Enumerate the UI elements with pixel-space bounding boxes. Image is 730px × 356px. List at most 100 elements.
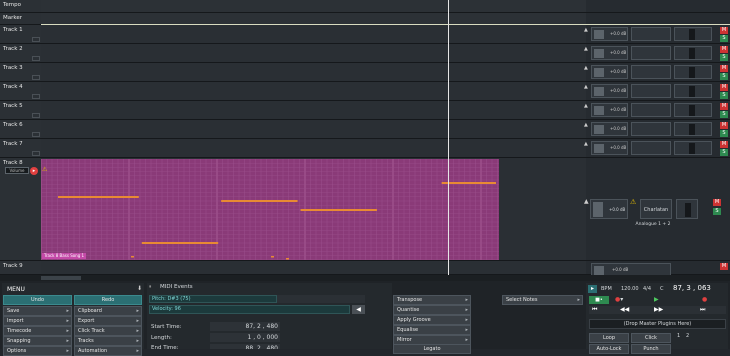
midi-note[interactable] (58, 196, 139, 198)
midi-note[interactable] (286, 258, 289, 260)
track-lane-6[interactable] (41, 120, 586, 139)
menu-left-item[interactable]: Import ▸ (3, 316, 72, 326)
menu-right-item[interactable]: Automation ▸ (74, 346, 142, 356)
track-lane-4[interactable] (41, 82, 586, 101)
select-notes-dropdown[interactable]: Select Notes ▸ (502, 295, 583, 305)
time-signature[interactable]: 4/4 (643, 286, 651, 292)
track-header-4[interactable]: Track 4 (0, 82, 41, 101)
track-7-fader[interactable] (594, 144, 604, 153)
master-plugins-drop[interactable]: (Drop Master Plugins Here) (589, 319, 726, 329)
midi-note[interactable] (141, 242, 219, 244)
midi-note[interactable] (131, 256, 134, 258)
track-8-input-chip[interactable]: Volume (5, 167, 29, 174)
velocity-field[interactable]: Velocity: 96 (149, 305, 350, 314)
track-4-volume-plugin[interactable]: +0.0 dB (591, 84, 628, 98)
track-2-plugin-slot[interactable] (631, 46, 671, 60)
bpm-value[interactable]: 120.00 (621, 286, 639, 292)
charlatan-plugin[interactable]: Charlatan (640, 199, 672, 219)
marker-track-header[interactable]: Marker (0, 13, 41, 25)
track-header-2[interactable]: Track 2 (0, 44, 41, 63)
menu-right-item[interactable]: Clipboard ▸ (74, 306, 142, 316)
pitch-slider[interactable] (277, 295, 365, 303)
track-lane-3[interactable] (41, 63, 586, 82)
playhead[interactable] (448, 0, 449, 275)
redo-button[interactable]: Redo (74, 295, 142, 305)
menu-right-item[interactable]: Export ▸ (74, 316, 142, 326)
track-lane-5[interactable] (41, 101, 586, 120)
segment-2[interactable]: 2 (686, 333, 689, 339)
track-5-solo-button[interactable]: S (720, 111, 728, 118)
record-icon[interactable]: ● (702, 296, 707, 303)
velocity-arrow-button[interactable]: ◀ (352, 305, 365, 314)
track-8-fader[interactable] (593, 202, 603, 217)
track-6-volume-plugin[interactable]: +0.0 dB (591, 122, 628, 136)
record-mode-button[interactable]: ■• (589, 296, 609, 304)
midi-clip[interactable]: Track 8 Bass Song 1 (41, 159, 499, 260)
midi-note[interactable] (271, 256, 274, 258)
track-2-fader[interactable] (594, 49, 604, 58)
transport-pin-button[interactable]: ▸ (588, 285, 597, 293)
end-time-value[interactable]: 88, 2 , 480 (210, 344, 280, 349)
track-1-plugin-slot[interactable] (631, 27, 671, 41)
menu-left-item[interactable]: Timecode ▸ (3, 326, 72, 336)
track-3-fader[interactable] (594, 68, 604, 77)
track-1-solo-button[interactable]: S (720, 35, 728, 42)
skip-end-icon[interactable]: ⏭ (700, 306, 705, 314)
track-6-fader[interactable] (594, 125, 604, 134)
track-3-plugin-slot[interactable] (631, 65, 671, 79)
length-value[interactable]: 1 , 0 , 000 (210, 333, 280, 342)
edit-menu-item[interactable]: Transpose ▸ (393, 295, 471, 305)
track-6-plugin-slot[interactable] (631, 122, 671, 136)
track-3-mute-button[interactable]: M (720, 65, 728, 72)
record-arm-icon[interactable]: ▸ (30, 167, 38, 175)
click-button[interactable]: Click (631, 333, 671, 343)
track-4-mute-button[interactable]: M (720, 84, 728, 91)
loop-button[interactable]: Loop (589, 333, 629, 343)
mute-button[interactable]: M (720, 263, 728, 270)
menu-left-item[interactable]: Options ▸ (3, 346, 72, 356)
track-7-mute-button[interactable]: M (720, 141, 728, 148)
key-signature[interactable]: C (660, 286, 664, 292)
track-7-solo-button[interactable]: S (720, 149, 728, 156)
midi-note[interactable] (300, 209, 377, 211)
midi-note[interactable] (441, 182, 496, 184)
pitch-field[interactable]: Pitch: D#3 (75) (149, 295, 277, 303)
play-icon[interactable]: ▶ (654, 296, 659, 303)
track-lane-2[interactable] (41, 44, 586, 63)
record-dot-icon[interactable]: ●▾ (615, 296, 623, 303)
start-time-value[interactable]: 87, 2 , 480 (210, 322, 280, 331)
legato-button[interactable]: Legato (393, 344, 471, 354)
tempo-track-header[interactable]: Tempo (0, 0, 41, 13)
menu-expand-icon[interactable]: ⬇ (137, 285, 142, 292)
track-6-solo-button[interactable]: S (720, 130, 728, 137)
tempo-lane[interactable] (41, 0, 586, 13)
track-5-volume-plugin[interactable]: +0.0 dB (591, 103, 628, 117)
track-4-plugin-slot[interactable] (631, 84, 671, 98)
menu-right-item[interactable]: Tracks ▸ (74, 336, 142, 346)
track-3-volume-plugin[interactable]: +0.0 dB (591, 65, 628, 79)
midi-note[interactable] (221, 200, 298, 202)
track-8-volume-plugin[interactable]: +0.0 dB (590, 199, 628, 219)
skip-start-icon[interactable]: ⏮ (592, 306, 597, 314)
edit-menu-item[interactable]: Apply Groove ▸ (393, 315, 471, 325)
track-4-fader[interactable] (594, 87, 604, 96)
track-1-fader[interactable] (594, 30, 604, 39)
menu-left-item[interactable]: Snapping ▸ (3, 336, 72, 346)
track-lane-7[interactable] (41, 139, 586, 158)
track-header-7[interactable]: Track 7 (0, 139, 41, 158)
auto-lock-button[interactable]: Auto-Lock (589, 344, 629, 354)
track-5-plugin-slot[interactable] (631, 103, 671, 117)
track-8-output[interactable]: Analogue 1 + 2 (618, 222, 688, 227)
track-header-6[interactable]: Track 6 (0, 120, 41, 139)
track-header-9[interactable]: Track 9 (0, 261, 41, 275)
track-header-1[interactable]: Track 1 (0, 25, 41, 44)
edit-menu-item[interactable]: Quantise ▸ (393, 305, 471, 315)
track-7-volume-plugin[interactable]: +0.0 dB (591, 141, 628, 155)
track-2-volume-plugin[interactable]: +0.0 dB (591, 46, 628, 60)
track-6-mute-button[interactable]: M (720, 122, 728, 129)
volume-fader[interactable] (594, 266, 604, 275)
undo-button[interactable]: Undo (3, 295, 72, 305)
track-1-volume-plugin[interactable]: +0.0 dB (591, 27, 628, 41)
rewind-icon[interactable]: ◀◀ (620, 306, 629, 313)
track-5-mute-button[interactable]: M (720, 103, 728, 110)
